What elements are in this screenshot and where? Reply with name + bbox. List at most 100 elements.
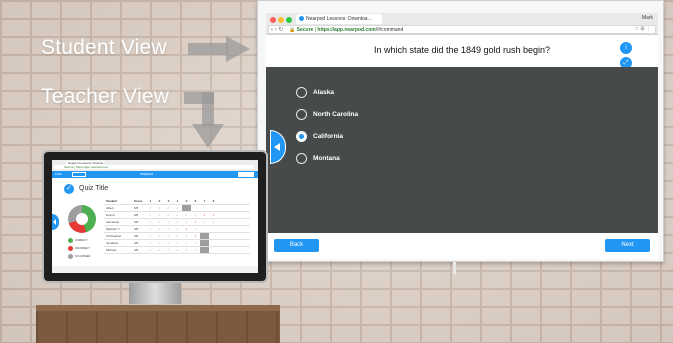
answer-cell: ✓ — [149, 234, 152, 238]
tab-title: Nearpod Lessons: Downloa... — [306, 16, 372, 22]
table-row[interactable]: Albert 5/8 ✓ ✓ ✓ ✓ — [104, 205, 250, 212]
answer-cell: x — [194, 234, 197, 238]
answer-cell: ✓ — [185, 234, 188, 238]
pie-center — [76, 213, 88, 225]
answer-cell: ✓ — [149, 241, 152, 245]
incorrect-dot-icon — [68, 246, 73, 251]
answer-cell: ✓ — [194, 213, 197, 217]
table-body: Albert 5/8 ✓ ✓ ✓ ✓ Emma 6/8 ✓ ✓ ✓ ✓ ✓ ✓ x x Alexander 3/8… — [104, 205, 250, 254]
end-session-button[interactable] — [238, 172, 254, 177]
quiz-title: Quiz Title — [79, 185, 109, 192]
answer-cell: ✓ — [194, 227, 197, 231]
next-button[interactable]: Next — [605, 239, 650, 252]
monitor-url[interactable]: Secure | https://app.nearpod.com — [54, 165, 254, 169]
answer-cell: ✓ — [203, 220, 206, 224]
table-row[interactable]: Emma 6/8 ✓ ✓ ✓ ✓ ✓ ✓ x x — [104, 212, 250, 219]
teacher-top-bar: LIVE nearpod — [52, 171, 258, 178]
nearpod-tab-icon — [299, 16, 304, 21]
option-montana[interactable]: Montana — [296, 151, 340, 165]
answer-cell — [200, 240, 209, 246]
student-view-label: Student View — [41, 36, 167, 59]
teacher-view-label: Teacher View — [41, 85, 170, 108]
answer-cell: ✓ — [167, 227, 170, 231]
browser-tab[interactable]: Nearpod Lessons: Downloa... — [296, 14, 382, 24]
nearpod-logo: nearpod — [140, 172, 153, 176]
answer-cell: ✓ — [167, 213, 170, 217]
radio-icon[interactable] — [296, 86, 307, 98]
answer-cell: ✓ — [176, 206, 179, 210]
answer-cell: ✓ — [167, 241, 170, 245]
answer-cell: ✓ — [149, 248, 152, 252]
quiz-check-icon: ✓ — [64, 184, 74, 194]
info-button[interactable]: i — [620, 42, 632, 54]
table-row[interactable]: Christopher 5/8 ✓ ✓ ✓ ✓ ✓ x — [104, 233, 250, 240]
answer-cell: x — [203, 213, 206, 217]
arrow-right-icon — [188, 36, 250, 62]
address-bar[interactable]: ‹ › ↻ 🔒 Secure | https://app.nearpod.com… — [268, 25, 656, 34]
teacher-monitor: Nearpod Lessons: Downlo... Secure | http… — [42, 150, 268, 283]
answer-cell — [200, 247, 209, 253]
correct-dot-icon — [68, 238, 73, 243]
table-row[interactable]: Alexander 3/8 ✓ ✓ ✓ ✓ ✓ x ✓ ✓ — [104, 219, 250, 226]
student-results-table: Student Score 1 2 3 4 5 6 7 8 Albert 5/8 ✓… — [104, 198, 250, 254]
answer-cell: ✓ — [176, 234, 179, 238]
radio-selected-icon[interactable] — [296, 130, 307, 142]
answer-cell: x — [185, 227, 188, 231]
maximize-window-icon[interactable] — [286, 17, 292, 23]
answer-cell: ✓ — [176, 213, 179, 217]
session-badge[interactable] — [72, 172, 86, 177]
browser-extension-icons[interactable]: ☆ ⊞ ⋮ — [635, 26, 651, 32]
answer-cell: ✓ — [167, 248, 170, 252]
browser-toolbar: Nearpod Lessons: Downloa... Mark ‹ › ↻ 🔒… — [266, 13, 658, 35]
answer-cell: ✓ — [158, 227, 161, 231]
student-name: Alexander — [106, 220, 120, 224]
table-header: Student Score 1 2 3 4 5 6 7 8 — [104, 198, 250, 205]
answer-cell: ✓ — [176, 220, 179, 224]
legend-incorrect: INCORRECT — [68, 246, 90, 251]
answer-cell — [182, 205, 191, 211]
student-name: Jonathan — [106, 241, 119, 245]
student-name: Malcolm T. — [106, 227, 121, 231]
nav-arrows-icon[interactable]: ‹ › ↻ — [271, 26, 283, 33]
radio-icon[interactable] — [296, 108, 307, 120]
student-name: Albert — [106, 206, 114, 210]
table-row[interactable]: Malcolm T. 4/8 ✓ ✓ ✓ ✓ x ✓ — [104, 226, 250, 233]
question-header: In which state did the 1849 gold rush be… — [266, 35, 658, 67]
desk-top — [36, 305, 280, 311]
table-row[interactable]: Jonathan 4/8 ✓ ✓ ✓ ✓ ✓ ✓ — [104, 240, 250, 247]
answer-cell: ✓ — [167, 220, 170, 224]
option-north-carolina[interactable]: North Carolina — [296, 107, 358, 121]
minimize-window-icon[interactable] — [278, 17, 284, 23]
back-button[interactable]: Back — [274, 239, 319, 252]
teacher-screen: Nearpod Lessons: Downlo... Secure | http… — [52, 160, 258, 273]
answer-cell: ✓ — [185, 213, 188, 217]
live-tag: LIVE — [55, 172, 62, 176]
answer-panel: Alaska North Carolina California Montana — [266, 67, 658, 233]
table-row[interactable]: Michael 4/8 ✓ ✓ ✓ ✓ ✓ ✓ — [104, 247, 250, 254]
answer-cell: ✓ — [149, 227, 152, 231]
answer-cell: ✓ — [158, 206, 161, 210]
desk-panels — [36, 311, 280, 343]
radio-icon[interactable] — [296, 152, 307, 164]
projector-screen: Nearpod Lessons: Downloa... Mark ‹ › ↻ 🔒… — [257, 0, 664, 262]
arrow-down-icon — [184, 92, 224, 148]
legend-correct: CORRECT — [68, 238, 87, 243]
browser-user-name: Mark — [641, 15, 653, 21]
answer-cell: ✓ — [212, 220, 215, 224]
option-california[interactable]: California — [296, 129, 343, 143]
url-text: 🔒 Secure | https://app.nearpod.com/#/com… — [289, 27, 404, 33]
monitor-previous-button[interactable] — [52, 214, 59, 230]
answer-cell: ✓ — [149, 206, 152, 210]
navigation-footer: Back Next — [266, 233, 658, 259]
monitor-stand — [129, 283, 181, 305]
answer-cell: ✓ — [149, 213, 152, 217]
student-name: Emma — [106, 213, 115, 217]
no-answer-dot-icon — [68, 254, 73, 259]
option-alaska[interactable]: Alaska — [296, 85, 334, 99]
screen-pull-cord — [453, 262, 456, 274]
student-name: Christopher — [106, 234, 122, 238]
answer-cell: ✓ — [185, 248, 188, 252]
answer-cell: ✓ — [158, 241, 161, 245]
answer-cell: ✓ — [185, 241, 188, 245]
close-window-icon[interactable] — [270, 17, 276, 23]
